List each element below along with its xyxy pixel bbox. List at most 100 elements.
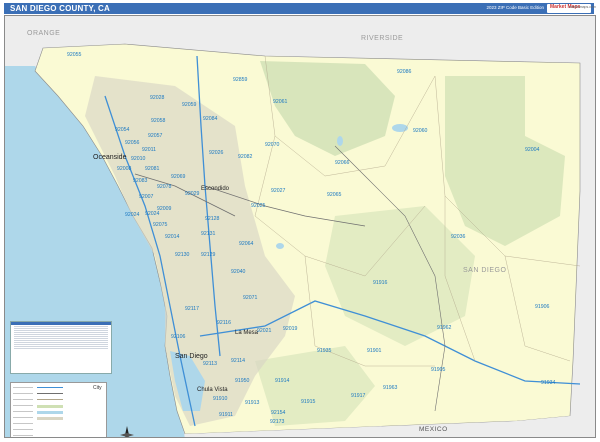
- zip-label: 92173: [270, 419, 285, 425]
- zip-label: 91916: [373, 280, 388, 286]
- zip-label: 92113: [203, 361, 218, 367]
- zip-index-row: [14, 332, 108, 333]
- lake-ramona: [276, 243, 284, 249]
- zip-label: 92058: [151, 118, 166, 124]
- map-key-city-heading: City: [93, 385, 102, 391]
- zip-label: 92131: [201, 231, 216, 237]
- zip-label: 91913: [245, 400, 260, 406]
- title-bar: SAN DIEGO COUNTY, CA 2023 ZIP Code Basic…: [4, 3, 596, 14]
- map-key-row: [13, 423, 33, 424]
- map-key-row: [13, 429, 33, 430]
- zip-label: 92029: [185, 191, 200, 197]
- publisher-logo: Market Maps marketmaps.com: [547, 4, 596, 13]
- zip-label: 92010: [131, 156, 146, 162]
- zip-label: 92055: [67, 52, 82, 58]
- map-key-row: [13, 393, 33, 394]
- lake-sutherland: [337, 136, 343, 146]
- map-key-swatch: [37, 405, 63, 408]
- map-key-row: [13, 399, 33, 400]
- region-orange: ORANGE: [27, 30, 61, 37]
- zip-label: 92011: [142, 147, 157, 153]
- zip-label: 92027: [271, 188, 286, 194]
- compass-rose-icon: [120, 426, 134, 437]
- zip-label: 92056: [125, 140, 140, 146]
- zip-label: 92036: [451, 234, 466, 240]
- zip-index-row: [14, 338, 108, 339]
- map-key-row: [13, 405, 33, 406]
- zip-label: 91914: [275, 378, 290, 384]
- zip-label: 92084: [203, 116, 218, 122]
- city-san-diego: San Diego: [175, 353, 208, 360]
- zip-index-table: [10, 321, 112, 374]
- zip-label: 92130: [175, 252, 190, 258]
- county-map: ORANGE RIVERSIDE SAN DIEGO MEXICO Oceans…: [4, 15, 596, 438]
- city-oceanside: Oceanside: [93, 154, 127, 161]
- zip-index-row: [14, 336, 108, 337]
- zip-label: 92008: [117, 166, 132, 172]
- zip-index-row: [14, 328, 108, 329]
- zip-label: 92154: [271, 410, 286, 416]
- map-key-swatch: [37, 393, 63, 395]
- zip-label: 91962: [437, 325, 452, 331]
- zip-label: 92106: [171, 334, 186, 340]
- zip-label: 92040: [231, 269, 246, 275]
- zip-index-row: [14, 326, 108, 327]
- zip-label: 92069: [171, 174, 186, 180]
- map-key-row: [13, 435, 33, 436]
- zip-index-row: [14, 342, 108, 343]
- zip-label: 91911: [219, 412, 234, 418]
- region-mexico: MEXICO: [419, 426, 448, 433]
- city-la-mesa: La Mesa: [235, 330, 259, 336]
- city-escondido: Escondido: [201, 186, 230, 192]
- map-subtitle: 2023 ZIP Code Basic Edition: [486, 5, 544, 10]
- zip-label: 92025: [251, 203, 266, 209]
- zip-label: 92078: [157, 184, 172, 190]
- zip-label: 92059: [182, 102, 197, 108]
- zip-label: 92014: [165, 234, 180, 240]
- map-key-swatch: [37, 411, 63, 414]
- zip-index-row: [14, 344, 108, 345]
- zip-index-header: [11, 322, 111, 325]
- zip-label: 92116: [217, 320, 232, 326]
- lake-henshaw: [392, 124, 408, 132]
- map-key-swatch: [37, 387, 63, 389]
- zip-label: 92859: [233, 77, 248, 83]
- zip-label: 92060: [413, 128, 428, 134]
- zip-label: 92083: [133, 178, 148, 184]
- map-key-row: [13, 411, 33, 412]
- zip-label: 92054: [115, 127, 130, 133]
- map-page: SAN DIEGO COUNTY, CA 2023 ZIP Code Basic…: [0, 0, 600, 442]
- map-title: SAN DIEGO COUNTY, CA: [10, 4, 111, 13]
- zip-label: 92071: [243, 295, 258, 301]
- zip-label: 92024: [125, 212, 140, 218]
- zip-label: 92070: [265, 142, 280, 148]
- zip-label: 92028: [150, 95, 165, 101]
- zip-label: 92009: [157, 206, 172, 212]
- map-key-row: [13, 387, 33, 388]
- zip-index-row: [14, 346, 108, 347]
- zip-label: 91950: [235, 378, 250, 384]
- zip-label: 92026: [209, 150, 224, 156]
- zip-label: 92007: [139, 194, 154, 200]
- zip-label: 92019: [283, 326, 298, 332]
- zip-label: 91915: [301, 399, 316, 405]
- zip-label: 91963: [383, 385, 398, 391]
- zip-index-row: [14, 334, 108, 335]
- map-key-swatch: [37, 399, 63, 401]
- zip-label: 92117: [185, 306, 200, 312]
- region-riverside: RIVERSIDE: [361, 35, 404, 42]
- zip-label: 91917: [351, 393, 366, 399]
- zip-label: 92057: [148, 133, 163, 139]
- zip-label: 92075: [153, 222, 168, 228]
- zip-label: 92086: [397, 69, 412, 75]
- map-base: [5, 16, 595, 437]
- logo-sub-text: marketmaps.com: [569, 5, 596, 9]
- region-san-diego: SAN DIEGO: [463, 267, 507, 274]
- zip-label: 91905: [431, 367, 446, 373]
- zip-label: 91906: [535, 304, 550, 310]
- zip-label: 92066: [335, 160, 350, 166]
- zip-label: 92065: [327, 192, 342, 198]
- zip-label: 92082: [238, 154, 253, 160]
- city-chula-vista: Chula Vista: [197, 387, 228, 393]
- map-key-row: [13, 417, 33, 418]
